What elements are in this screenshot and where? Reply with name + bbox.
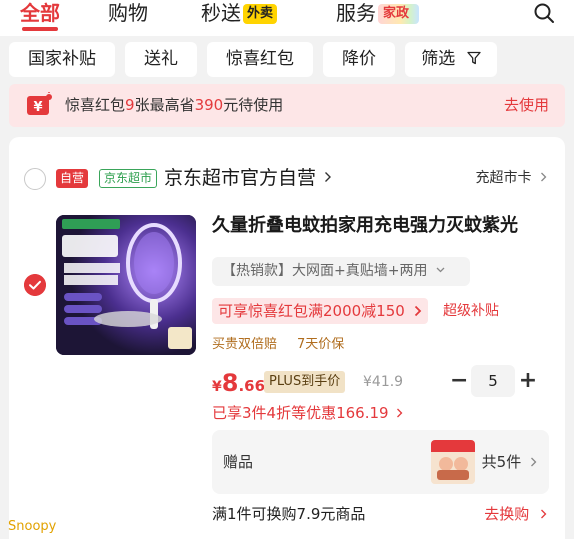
filter-price-drop[interactable]: 降价 — [323, 42, 395, 77]
addon-purchase-link[interactable]: 去换购 — [484, 503, 547, 525]
active-tab-indicator — [22, 27, 58, 31]
housekeeping-badge: 家政 — [378, 4, 420, 24]
price-protection-service[interactable]: 7天价保 — [297, 335, 344, 355]
filter-gift[interactable]: 送礼 — [125, 42, 197, 77]
gift-label: 赠品 — [223, 453, 254, 471]
plus-price-badge: PLUS到手价 — [264, 371, 346, 393]
tab-all[interactable]: 全部 — [20, 0, 60, 26]
svg-text:¥: ¥ — [33, 100, 42, 115]
reference-price: ¥41.9 — [363, 374, 404, 390]
promo-amount: 390 — [194, 96, 224, 114]
tab-services[interactable]: 服务 家政 — [336, 0, 420, 26]
double-refund-service[interactable]: 买贵双倍赔 — [212, 335, 277, 355]
super-subsidy-label: 超级补贴 — [443, 303, 499, 319]
chevron-right-icon — [325, 172, 332, 182]
self-operated-tag: 自营 — [56, 169, 89, 188]
cart-store-card: 自营 京东超市 京东超市官方自营 充超市卡 久量折叠电蚊拍家用充电强力灭蚊紫光 … — [9, 137, 565, 539]
promo-middle: 张最高省 — [134, 96, 195, 114]
price-decimal: .66 — [238, 377, 266, 395]
chevron-down-icon — [436, 267, 445, 273]
red-packet-promo-bar[interactable]: ¥ 惊喜红包9张最高省390元待使用 去使用 — [9, 84, 565, 127]
chevron-right-icon — [397, 408, 403, 418]
quantity-decrease-button[interactable]: − — [450, 368, 468, 394]
product-title[interactable]: 久量折叠电蚊拍家用充电强力灭蚊紫光 — [212, 213, 552, 239]
coupon-label: 可享惊喜红包满2000减150 — [218, 302, 405, 320]
quantity-increase-button[interactable]: + — [518, 368, 538, 394]
price: ¥8.66 — [212, 369, 265, 397]
chevron-right-icon — [541, 172, 547, 182]
tab-shopping[interactable]: 购物 — [108, 0, 148, 26]
variant-selector[interactable]: 【热销款】大网面+真贴墙+两用 — [212, 257, 470, 286]
promo-text: 惊喜红包9张最高省390元待使用 — [65, 84, 283, 127]
store-select-checkbox[interactable] — [24, 168, 46, 190]
filter-label: 筛选 — [421, 49, 456, 69]
addon-link-label: 去换购 — [484, 505, 530, 523]
use-now-link[interactable]: 去使用 — [504, 84, 549, 127]
price-currency: ¥ — [212, 379, 222, 395]
search-icon[interactable] — [532, 1, 556, 25]
gift-image — [431, 440, 475, 484]
tab-services-label: 服务 — [336, 1, 376, 25]
chevron-right-icon — [531, 457, 537, 467]
top-nav: 全部 购物 秒送 外卖 服务 家政 — [0, 0, 574, 36]
mosquito-swatter-image — [56, 215, 196, 355]
supermarket-card-link[interactable]: 充超市卡 — [476, 168, 547, 188]
price-integer: 8 — [221, 369, 239, 397]
promo-suffix: 元待使用 — [223, 96, 284, 114]
jd-supermarket-tag: 京东超市 — [99, 169, 158, 188]
gift-section[interactable]: 赠品 共5件 — [212, 430, 549, 494]
product-image[interactable] — [56, 215, 196, 355]
chevron-right-icon — [541, 509, 547, 519]
red-packet-coupon[interactable]: 可享惊喜红包满2000减150 — [212, 298, 428, 324]
gift-count-link[interactable]: 共5件 — [482, 430, 537, 494]
addon-offer-text: 满1件可换购7.9元商品 — [212, 505, 366, 523]
takeout-badge: 外卖 — [243, 4, 278, 24]
discount-detail-link[interactable]: 已享3件4折等优惠166.19 — [212, 402, 403, 424]
funnel-icon — [467, 51, 481, 65]
filter-button[interactable]: 筛选 — [405, 42, 497, 77]
tab-express[interactable]: 秒送 外卖 — [201, 0, 278, 26]
store-name-link[interactable]: 京东超市官方自营 — [164, 164, 332, 192]
gift-count: 共5件 — [481, 453, 522, 471]
variant-label: 【热销款】大网面+真贴墙+两用 — [222, 263, 428, 279]
supermarket-card-label: 充超市卡 — [475, 170, 532, 186]
promo-count: 9 — [125, 96, 135, 114]
discount-label: 已享3件4折等优惠166.19 — [212, 404, 389, 422]
item-select-checkbox[interactable] — [24, 274, 46, 296]
watermark: Snoopy — [8, 519, 57, 534]
tab-express-label: 秒送 — [201, 1, 241, 25]
quantity-input[interactable]: 5 — [471, 365, 515, 397]
filter-surprise-red-packet[interactable]: 惊喜红包 — [207, 42, 313, 77]
filter-national-subsidy[interactable]: 国家补贴 — [9, 42, 115, 77]
red-packet-icon: ¥ — [27, 92, 52, 115]
chevron-right-icon — [414, 305, 421, 317]
gift-thumbnail — [431, 440, 475, 484]
store-name: 京东超市官方自营 — [164, 167, 317, 189]
promo-prefix: 惊喜红包 — [65, 96, 126, 114]
